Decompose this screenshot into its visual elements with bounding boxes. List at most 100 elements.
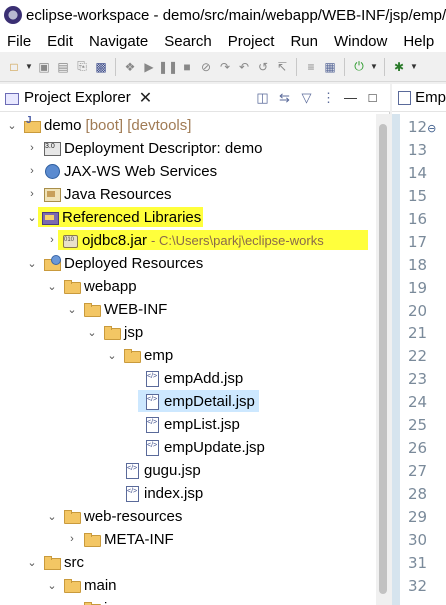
menu-navigate[interactable]: Navigate [81,33,156,50]
tree-row-jsp[interactable]: ⌄ jsp [0,321,376,343]
disconnect-icon[interactable]: ⊘ [198,59,214,75]
tree-label: empDetail.jsp [164,392,255,410]
menu-window[interactable]: Window [326,33,395,50]
chevron-right-icon[interactable]: › [26,165,38,177]
filter-icon[interactable]: ▽ [299,90,314,106]
maximize-icon[interactable]: □ [365,90,380,105]
tab-editor-empdetail[interactable]: Emp [392,84,446,112]
tree-row-java-resources[interactable]: › Java Resources [0,183,376,205]
chevron-down-icon[interactable]: ⌄ [46,280,58,293]
collapse-all-icon[interactable]: ◫ [255,90,270,106]
tree-row-empupdate-jsp[interactable]: empUpdate.jsp [0,436,376,458]
tree-row-referenced-libraries[interactable]: ⌄ Referenced Libraries [0,206,376,228]
eclipse-icon [4,6,22,24]
menu-file[interactable]: File [0,33,39,50]
chevron-down-icon[interactable]: ⌄ [46,510,58,523]
resume-icon[interactable]: ▶ [141,59,157,75]
web-services-icon [44,163,60,179]
chevron-right-icon[interactable]: › [26,188,38,200]
tree-label: JAX-WS Web Services [64,162,218,180]
power-icon[interactable]: ⏻ [351,59,367,75]
chevron-right-icon[interactable]: › [66,533,78,545]
tree-row-deployment-descriptor[interactable]: › Deployment Descriptor: demo [0,137,376,159]
jsp-file-icon [144,370,160,387]
folder-icon [64,577,81,593]
tree-row-main[interactable]: ⌄ main [0,574,376,596]
save-all-icon[interactable]: ▤ [55,59,71,75]
tree-row-jax-ws[interactable]: › JAX-WS Web Services [0,160,376,182]
tree-row-demo[interactable]: ⌄ demo [boot] [devtools] [0,114,376,136]
chevron-down-icon[interactable]: ⌄ [66,602,78,605]
scrollbar-thumb[interactable] [379,124,387,594]
open-task-icon[interactable]: ▦ [322,59,338,75]
chevron-right-icon[interactable]: › [26,142,38,154]
terminate-icon[interactable]: ■ [179,59,195,75]
tree-row-index-jsp[interactable]: index.jsp [0,482,376,504]
tree-row-meta-inf[interactable]: › META-INF [0,528,376,550]
tab-project-explorer[interactable]: Project Explorer ✕ [0,84,158,112]
fold-icon[interactable]: ⊖ [427,122,436,135]
minimize-icon[interactable]: — [343,90,358,105]
editor-area: Emp 12⊖ 13 14 15 16 17 18 19 20 21 22 23… [392,84,446,605]
vertical-scrollbar[interactable] [376,114,390,605]
tree-row-gugu-jsp[interactable]: gugu.jsp [0,459,376,481]
terminal-icon[interactable]: ▩ [93,59,109,75]
editor-tab-label: Emp [415,89,446,106]
chevron-down-icon[interactable]: ⌄ [26,211,38,224]
line-number: 30 [408,530,428,549]
folder-icon [124,347,141,363]
menu-project[interactable]: Project [220,33,283,50]
tree-row-webapp[interactable]: ⌄ webapp [0,275,376,297]
skip-breakpoints-icon[interactable]: ❖ [122,59,138,75]
tree-row-src[interactable]: ⌄ src [0,551,376,573]
menu-help[interactable]: Help [395,33,442,50]
line-numbers: 12⊖ 13 14 15 16 17 18 19 20 21 22 23 24 … [408,116,446,598]
tree-row-web-inf[interactable]: ⌄ WEB-INF [0,298,376,320]
step-return-icon[interactable]: ↺ [255,59,271,75]
menu-search[interactable]: Search [156,33,220,50]
new-icon[interactable]: □ [6,59,22,75]
menu-edit[interactable]: Edit [39,33,81,50]
tree-row-emp[interactable]: ⌄ emp [0,344,376,366]
folder-icon [84,301,101,317]
tree-row-web-resources[interactable]: ⌄ web-resources [0,505,376,527]
chevron-right-icon[interactable]: › [46,234,58,246]
step-over-icon[interactable]: ↶ [236,59,252,75]
tree-label: ojdbc8.jar [82,231,148,249]
tree-row-emplist-jsp[interactable]: empList.jsp [0,413,376,435]
tree-row-ojdbc8-jar[interactable]: › ojdbc8.jar - C:\Users\parkj\eclipse-wo… [0,229,376,251]
debug-dropdown-icon[interactable]: ▼ [410,59,418,75]
tree-row-empadd-jsp[interactable]: empAdd.jsp [0,367,376,389]
save-icon[interactable]: ▣ [36,59,52,75]
menu-run[interactable]: Run [282,33,326,50]
chevron-down-icon[interactable]: ⌄ [66,303,78,316]
tree-row-java[interactable]: ⌄ java [0,597,376,605]
power-dropdown-icon[interactable]: ▼ [370,59,378,75]
suspend-icon[interactable]: ❚❚ [158,59,178,75]
use-step-filters-icon[interactable]: ≡ [303,59,319,75]
project-explorer-icon [4,91,20,105]
project-tree: ⌄ demo [boot] [devtools] › Deployment De… [0,114,376,605]
chevron-down-icon[interactable]: ⌄ [26,257,38,270]
line-number: 14 [408,163,428,182]
close-icon[interactable]: ✕ [139,88,152,108]
tree-label: empList.jsp [164,415,240,433]
chevron-down-icon[interactable]: ⌄ [26,556,38,569]
editor-gutter [392,114,400,605]
chevron-down-icon[interactable]: ⌄ [46,579,58,592]
link-with-editor-icon[interactable]: ⇆ [277,90,292,106]
chevron-down-icon[interactable]: ⌄ [6,119,18,132]
chevron-down-icon[interactable]: ⌄ [106,349,118,362]
debug-icon[interactable]: ✱ [391,59,407,75]
tree-label: java [104,600,132,605]
new-dropdown-icon[interactable]: ▼ [25,59,33,75]
deployment-descriptor-icon [44,140,61,156]
tree-row-empdetail-jsp[interactable]: empDetail.jsp [0,390,376,412]
drop-to-frame-icon[interactable]: ↸ [274,59,290,75]
view-menu-icon[interactable]: ⋮ [321,90,336,106]
chevron-down-icon[interactable]: ⌄ [86,326,98,339]
tree-row-deployed-resources[interactable]: ⌄ Deployed Resources [0,252,376,274]
step-into-icon[interactable]: ↷ [217,59,233,75]
print-icon[interactable]: ⎘ [74,59,90,75]
tree-label: WEB-INF [104,300,168,318]
